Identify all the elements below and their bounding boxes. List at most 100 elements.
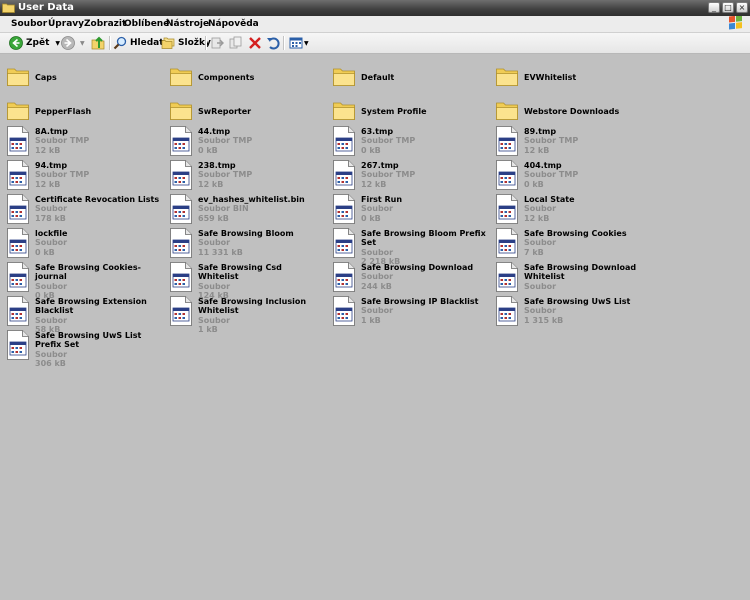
menu-zobrazit[interactable]: Zobrazit bbox=[84, 18, 126, 30]
folder-item[interactable]: Caps bbox=[0, 60, 160, 94]
menu-bar: Soubor Úpravy Zobrazit Oblíbené Nástroje… bbox=[0, 16, 750, 33]
folders-icon bbox=[161, 37, 175, 49]
minimize-button[interactable]: _ bbox=[708, 2, 720, 13]
item-name: Local State bbox=[524, 195, 575, 204]
folder-item[interactable]: EVWhitelist bbox=[489, 60, 649, 94]
file-icon bbox=[332, 296, 356, 326]
back-button[interactable]: Zpět ▼ bbox=[9, 35, 60, 51]
file-item[interactable]: 8A.tmp Soubor TMP 12 kB bbox=[0, 126, 160, 160]
item-name: Safe Browsing Download Whitelist bbox=[524, 263, 637, 282]
file-item[interactable]: First Run Soubor 0 kB bbox=[326, 194, 486, 228]
file-icon bbox=[332, 160, 356, 190]
delete-button[interactable] bbox=[248, 35, 262, 51]
file-item[interactable]: Safe Browsing Bloom Prefix Set Soubor 2 21… bbox=[326, 228, 486, 266]
menu-nastroje[interactable]: Nástroje bbox=[166, 18, 209, 30]
folders-button[interactable]: Složky bbox=[161, 35, 211, 51]
folder-icon bbox=[332, 98, 356, 128]
close-icon: × bbox=[738, 3, 746, 12]
views-button[interactable]: ▼ bbox=[289, 35, 309, 51]
delete-icon bbox=[249, 37, 261, 49]
item-type: Soubor bbox=[198, 315, 231, 325]
file-item[interactable]: 63.tmp Soubor TMP 0 kB bbox=[326, 126, 486, 160]
windows-logo-icon bbox=[729, 16, 742, 30]
file-icon bbox=[169, 126, 193, 156]
item-name: Safe Browsing Cookies-journal bbox=[35, 263, 141, 282]
item-name: lockfile bbox=[35, 229, 68, 238]
folder-item[interactable]: SwReporter bbox=[163, 94, 323, 128]
folder-item[interactable]: Default bbox=[326, 60, 486, 94]
file-item[interactable]: Safe Browsing Cookies Soubor 7 kB bbox=[489, 228, 649, 262]
item-size: 0 kB bbox=[35, 247, 55, 257]
item-type: Soubor TMP bbox=[198, 136, 253, 146]
file-icon bbox=[495, 296, 519, 326]
item-name: 404.tmp bbox=[524, 161, 562, 170]
file-icon bbox=[495, 194, 519, 224]
file-item[interactable]: 267.tmp Soubor TMP 12 kB bbox=[326, 160, 486, 194]
maximize-button[interactable]: □ bbox=[722, 2, 734, 13]
search-label: Hledat bbox=[130, 38, 164, 48]
item-size: 12 kB bbox=[198, 179, 224, 189]
back-dropdown-icon[interactable]: ▼ bbox=[55, 40, 60, 47]
maximize-icon: □ bbox=[724, 3, 732, 12]
file-item[interactable]: Safe Browsing Download Whitelist Soubor bbox=[489, 262, 649, 296]
item-name: Safe Browsing Bloom Prefix Set bbox=[361, 229, 486, 248]
item-type: Soubor bbox=[524, 238, 557, 248]
item-name: 63.tmp bbox=[361, 127, 394, 136]
folder-item[interactable]: PepperFlash bbox=[0, 94, 160, 128]
file-item[interactable]: 89.tmp Soubor TMP 12 kB bbox=[489, 126, 649, 160]
item-size: 12 kB bbox=[35, 179, 61, 189]
copy-to-button[interactable] bbox=[229, 35, 243, 51]
undo-button[interactable] bbox=[266, 35, 280, 51]
file-item[interactable]: 44.tmp Soubor TMP 0 kB bbox=[163, 126, 323, 160]
close-button[interactable]: × bbox=[736, 2, 748, 13]
item-size: 0 kB bbox=[361, 145, 381, 155]
folder-item[interactable]: Webstore Downloads bbox=[489, 94, 649, 128]
file-item[interactable]: Local State Soubor 12 kB bbox=[489, 194, 649, 228]
file-item[interactable]: 238.tmp Soubor TMP 12 kB bbox=[163, 160, 323, 194]
file-item[interactable]: Safe Browsing UwS List Prefix Set Soubor 3… bbox=[0, 330, 160, 368]
search-icon bbox=[113, 36, 127, 50]
search-button[interactable]: Hledat bbox=[113, 35, 164, 51]
file-item[interactable]: Safe Browsing Bloom Soubor 11 331 kB bbox=[163, 228, 323, 262]
menu-oblibene[interactable]: Oblíbené bbox=[124, 18, 169, 30]
forward-arrow-icon bbox=[61, 36, 75, 50]
file-item[interactable]: Safe Browsing Extension Blacklist Soubor 5… bbox=[0, 296, 160, 334]
file-icon bbox=[6, 194, 30, 224]
menu-napoveda[interactable]: Nápověda bbox=[208, 18, 259, 30]
forward-dropdown-icon[interactable]: ▼ bbox=[80, 40, 85, 47]
file-icon bbox=[495, 262, 519, 292]
file-item[interactable]: Safe Browsing Inclusion Whitelist Soubor 1… bbox=[163, 296, 323, 334]
file-item[interactable]: 94.tmp Soubor TMP 12 kB bbox=[0, 160, 160, 194]
folder-item[interactable]: System Profile bbox=[326, 94, 486, 128]
file-item[interactable]: 404.tmp Soubor TMP 0 kB bbox=[489, 160, 649, 194]
file-item[interactable]: lockfile Soubor 0 kB bbox=[0, 228, 160, 262]
menu-soubor[interactable]: Soubor bbox=[11, 18, 47, 30]
minimize-icon: _ bbox=[712, 3, 716, 12]
file-icon bbox=[6, 160, 30, 190]
item-size: 244 kB bbox=[361, 281, 392, 291]
file-icon bbox=[6, 330, 30, 360]
file-item[interactable]: Safe Browsing IP Blacklist Soubor 1 kB bbox=[326, 296, 486, 330]
forward-button[interactable]: ▼ bbox=[61, 35, 85, 51]
item-name: 89.tmp bbox=[524, 127, 557, 136]
folder-item[interactable]: Components bbox=[163, 60, 323, 94]
file-item[interactable]: Safe Browsing Download Soubor 244 kB bbox=[326, 262, 486, 296]
file-item[interactable]: Safe Browsing UwS List Soubor 1 315 kB bbox=[489, 296, 649, 330]
move-to-button[interactable] bbox=[210, 35, 224, 51]
folder-icon bbox=[6, 64, 30, 94]
copy-to-icon bbox=[229, 36, 242, 49]
views-icon bbox=[289, 37, 303, 49]
item-type: Soubor TMP bbox=[524, 136, 579, 146]
item-name: 267.tmp bbox=[361, 161, 399, 170]
folder-icon bbox=[332, 64, 356, 94]
item-size: 0 kB bbox=[361, 213, 381, 223]
folder-icon bbox=[6, 98, 30, 128]
file-item[interactable]: Safe Browsing Cookies-journal Soubor 0 kB bbox=[0, 262, 160, 300]
back-label: Zpět bbox=[26, 38, 50, 48]
up-folder-button[interactable] bbox=[91, 35, 106, 51]
title-bar[interactable]: User Data _ □ × bbox=[0, 0, 750, 16]
file-item[interactable]: ev_hashes_whitelist.bin Soubor BIN 659 kB bbox=[163, 194, 323, 228]
file-item[interactable]: Safe Browsing Csd Whitelist Soubor 124 kB bbox=[163, 262, 323, 300]
file-item[interactable]: Certificate Revocation Lists Soubor 178 kB bbox=[0, 194, 160, 228]
menu-upravy[interactable]: Úpravy bbox=[48, 18, 84, 30]
